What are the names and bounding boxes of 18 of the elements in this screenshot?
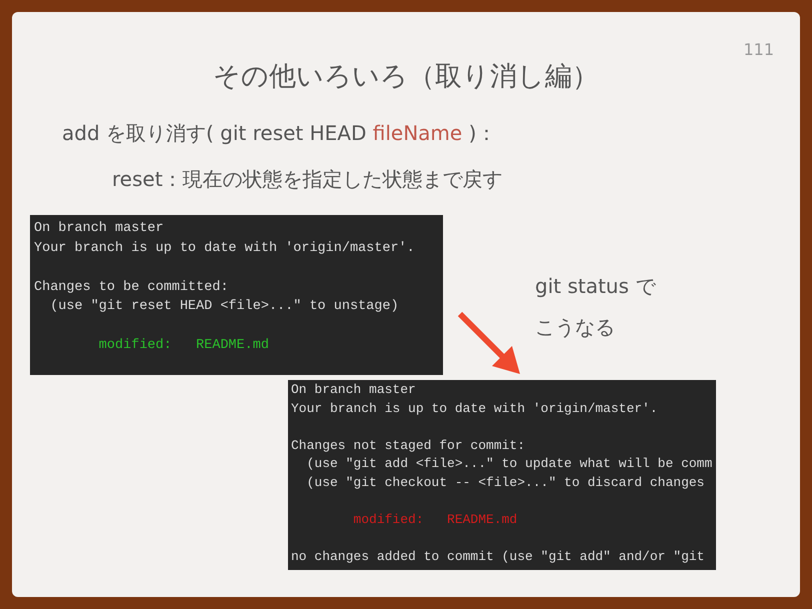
terminal-line: (use "git checkout -- <file>..." to discard changes bbox=[306, 474, 704, 492]
page-number: 111 bbox=[743, 40, 774, 59]
terminal-line: Your branch is up to date with 'origin/master'. bbox=[34, 240, 415, 258]
body-text: reset：現在の状態を指定した状態まで戻す bbox=[112, 166, 504, 193]
body-text: add を取り消す( git reset HEAD fileName )： bbox=[62, 120, 498, 147]
terminal-line: Changes to be committed: bbox=[34, 278, 228, 296]
terminal-line: Your branch is up to date with 'origin/master'. bbox=[291, 400, 658, 418]
terminal-line: (use "git add <file>..." to update what will be comm bbox=[306, 455, 712, 473]
terminal-line: On branch master bbox=[291, 381, 416, 399]
terminal-line: (use "git reset HEAD <file>..." to unstage) bbox=[49, 298, 399, 316]
terminal-line: no changes added to commit (use "git add" and/or "git bbox=[291, 548, 704, 566]
terminal-line: Changes not staged for commit: bbox=[291, 436, 526, 454]
terminal-line: modified: README.md bbox=[98, 337, 269, 355]
terminal-line: On branch master bbox=[34, 220, 164, 238]
slide-title: その他いろいろ（取り消し編） bbox=[213, 60, 599, 94]
terminal-line: modified: README.md bbox=[352, 510, 518, 528]
caption-text: こうなる bbox=[535, 314, 616, 341]
caption-text: git status で bbox=[535, 273, 656, 300]
